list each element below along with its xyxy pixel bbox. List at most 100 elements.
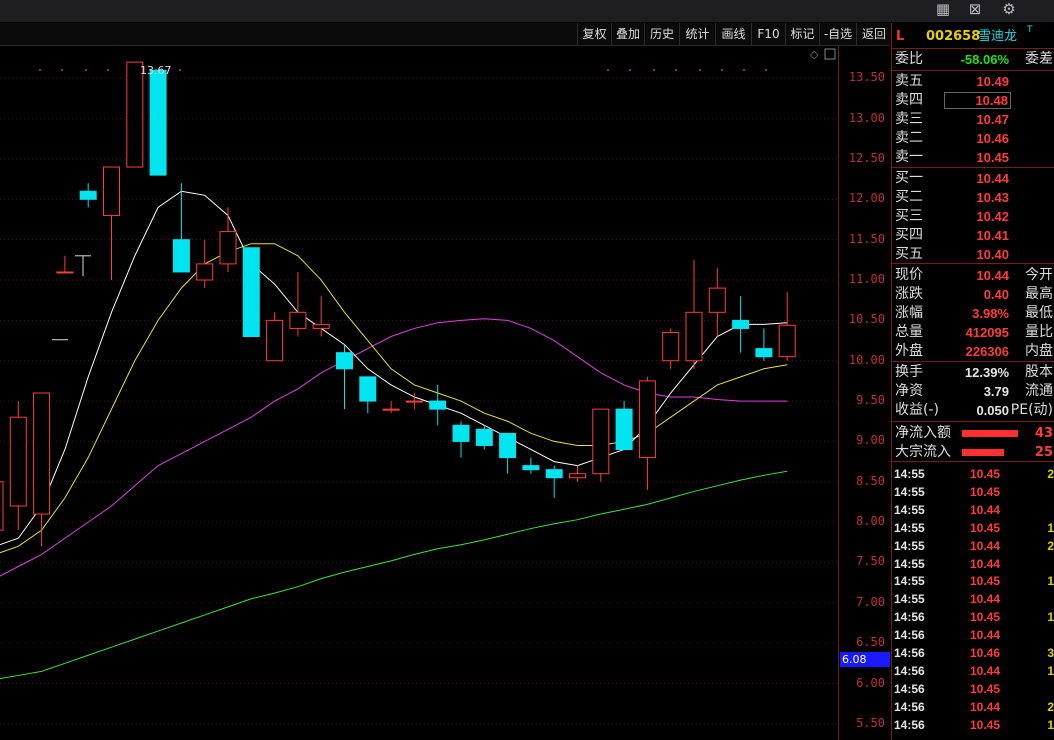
tick-price: 10.45: [970, 610, 1001, 625]
y-tick-label: 8.50: [856, 473, 885, 488]
tick-price: 10.45: [970, 520, 1001, 535]
tick-row: 14:56 10.44: [892, 626, 1054, 644]
tick-row: 14:55 10.45 2: [892, 465, 1054, 483]
y-tick-label: 6.00: [856, 675, 885, 690]
sell-level-1: 卖一 10.45: [892, 148, 1054, 167]
y-tick-label: 5.50: [856, 715, 885, 730]
grid-icon[interactable]: ▦: [932, 0, 954, 20]
marker-dot: [653, 69, 655, 71]
tick-row: 14:55 10.45 1: [892, 572, 1054, 590]
tick-price: 10.44: [970, 538, 1001, 553]
sell-level-1-label: 卖一: [895, 149, 923, 165]
tick-price: 10.45: [970, 467, 1001, 481]
stat2-2-label2: PE(动): [1010, 402, 1053, 418]
chart-icon[interactable]: ⊠: [964, 0, 986, 20]
marker-dot: [607, 69, 609, 71]
candle-body: [778, 324, 796, 358]
webi-row: 委比 -58.06% 委差: [892, 50, 1054, 69]
tick-row: 14:56 10.45: [892, 680, 1054, 698]
candle-body: [149, 69, 167, 176]
flow-label: 大宗流入: [895, 444, 951, 460]
tick-time: 14:55: [894, 484, 925, 499]
tick-volume: 1: [1047, 663, 1054, 678]
buy-level-3-value: 10.42: [976, 209, 1009, 224]
stat2-0-label: 换手: [895, 364, 923, 380]
toolbar-draw-button[interactable]: 画线: [715, 23, 751, 45]
buy-level-1-label: 买一: [895, 170, 923, 186]
tick-row: 14:55 10.44: [892, 501, 1054, 519]
y-tick-label: 12.50: [848, 150, 885, 165]
sell-level-2-value: 10.46: [976, 131, 1009, 146]
tick-time: 14:56: [894, 681, 925, 696]
toolbar-fuquan-button[interactable]: 复权: [577, 23, 611, 45]
sell-level-5-label: 卖五: [895, 73, 923, 89]
candle-body: [499, 432, 517, 459]
tick-volume: 3: [1047, 646, 1054, 660]
candle-body: [615, 408, 633, 450]
candle-body: [429, 400, 447, 410]
candle-body: [638, 380, 656, 459]
stat1-0: 现价 10.44 今开: [892, 266, 1054, 285]
stat1-4-label2: 内盘: [1025, 343, 1053, 359]
toolbar-mark-button[interactable]: 标记: [785, 23, 819, 45]
candle-body: [382, 408, 400, 411]
tick-row: 14:55 10.45: [892, 483, 1054, 501]
tick-row: 14:55 10.44: [892, 555, 1054, 573]
y-tick-label: 9.50: [856, 393, 885, 408]
webi-label: 委比: [895, 51, 923, 67]
stat1-0-value: 10.44: [976, 268, 1009, 283]
marker-dot: [743, 69, 745, 71]
marker-dot: [61, 69, 63, 71]
marker-dot: [675, 69, 677, 71]
toolbar-overlay-button[interactable]: 叠加: [611, 23, 644, 45]
candle-body: [289, 311, 307, 329]
marker-dot: [39, 69, 41, 71]
flow-value: 25: [1034, 445, 1053, 460]
y-tick-label: 9.00: [856, 433, 885, 448]
tick-price: 10.45: [970, 681, 1001, 696]
tick-volume: 2: [1047, 467, 1054, 481]
candle-body: [312, 323, 330, 329]
y-tick-label: 7.50: [856, 554, 885, 569]
toolbar-history-button[interactable]: 历史: [644, 23, 679, 45]
y-tick-label: 6.50: [856, 635, 885, 650]
toolbar-unwatch-button[interactable]: -自选: [819, 23, 856, 45]
candle-body: [405, 400, 423, 403]
toolbar-stats-button[interactable]: 统计: [679, 23, 715, 45]
moving-average-lines: [0, 190, 788, 680]
toolbar-f10-button[interactable]: F10: [751, 23, 785, 45]
diamond-icon: ◇: [810, 48, 819, 61]
settings-icon[interactable]: ⚙: [998, 0, 1020, 20]
stat1-2-label: 涨幅: [895, 305, 923, 321]
tick-row: 14:56 10.44 2: [892, 698, 1054, 716]
stat1-4-value: 226306: [965, 344, 1009, 359]
flow-bar: [962, 430, 1018, 437]
tick-time: 14:55: [894, 592, 925, 607]
tick-price: 10.44: [970, 663, 1001, 678]
tick-price: 10.44: [970, 556, 1001, 571]
stat1-2-value: 3.98%: [972, 306, 1009, 321]
scroll-box-icon[interactable]: [824, 48, 836, 60]
y-tick-label: 11.00: [848, 272, 885, 287]
sell-level-1-value: 10.45: [976, 150, 1009, 165]
weicha-label: 委差: [1025, 51, 1053, 67]
tick-volume: 1: [1047, 717, 1054, 732]
candle-body: [452, 424, 470, 442]
chart-toolbar: 复权 叠加 历史 统计 画线 F10 标记 -自选 返回: [0, 23, 890, 46]
candle-body: [33, 392, 51, 515]
stock-name[interactable]: 雪迪龙: [978, 27, 1017, 46]
tick-time: 14:56: [894, 663, 925, 678]
y-tick-label: 11.50: [848, 231, 885, 246]
tick-time: 14:55: [894, 556, 925, 571]
toolbar-back-button[interactable]: 返回: [856, 23, 891, 45]
tick-time: 14:55: [894, 502, 925, 517]
buy-level-2-label: 买二: [895, 189, 923, 205]
stat2-2-value: 0.050: [976, 403, 1009, 418]
tick-volume: 1: [1047, 610, 1054, 625]
tick-time: 14:56: [894, 646, 925, 660]
tick-row: 14:56 10.45 1: [892, 716, 1054, 734]
candle-body: [545, 469, 563, 479]
candlestick-chart[interactable]: 13.67 ◇: [0, 46, 838, 740]
sell-level-3-label: 卖三: [895, 111, 923, 127]
stat1-4: 外盘 226306 内盘: [892, 342, 1054, 361]
